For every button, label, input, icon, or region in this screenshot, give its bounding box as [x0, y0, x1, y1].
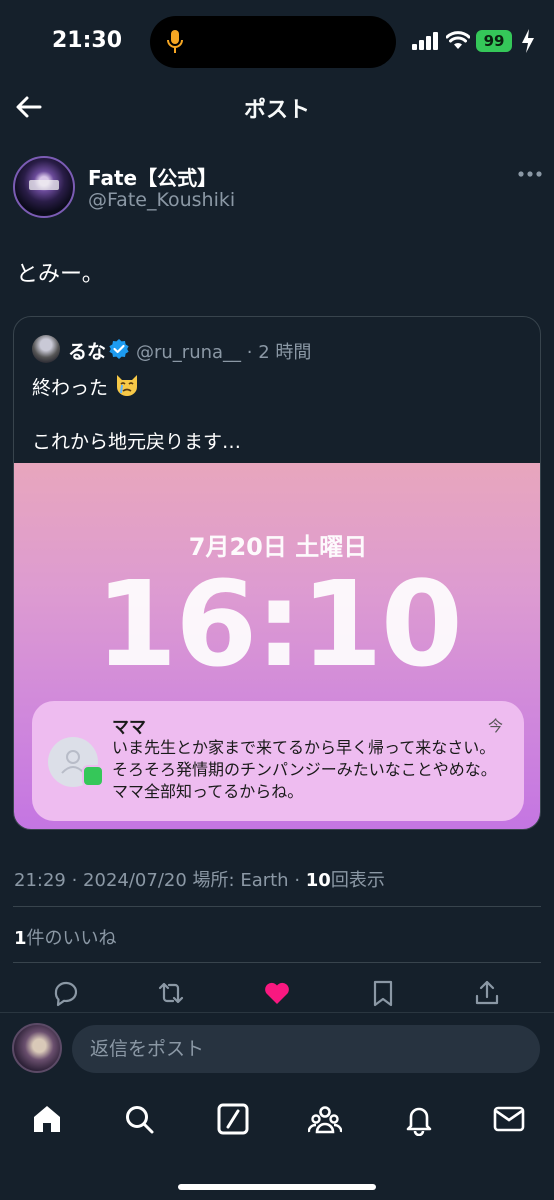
wifi-icon: [446, 31, 470, 49]
quote-text-line2: これから地元戻ります…: [32, 431, 242, 453]
post-text: とみー。: [16, 262, 104, 287]
quote-author-name[interactable]: るな: [68, 337, 106, 364]
author-name[interactable]: Fate【公式】: [88, 162, 217, 191]
charging-bolt-icon: [522, 29, 534, 53]
like-icon[interactable]: [262, 978, 292, 1008]
crying-cat-emoji-icon: [117, 375, 137, 396]
likes-label: 件のいいね: [26, 928, 117, 949]
post-date: 2024/07/20: [83, 870, 187, 891]
line-notification: ママ 今 いま先生とか家まで来てるから早く帰って来なさい。 そろそろ発情期のチン…: [32, 701, 524, 821]
post-time: 21:29: [14, 870, 66, 891]
search-icon[interactable]: [122, 1102, 156, 1136]
divider: [13, 906, 541, 907]
notifications-icon[interactable]: [402, 1102, 436, 1136]
microphone-icon: [167, 30, 183, 53]
battery-icon: 99: [476, 30, 512, 52]
more-horizontal-icon[interactable]: [518, 170, 542, 178]
notification-sender: ママ: [112, 718, 146, 738]
quote-handle[interactable]: @ru_runa__: [136, 342, 241, 363]
author-handle[interactable]: @Fate_Koushiki: [88, 189, 235, 211]
page-title: ポスト: [243, 98, 310, 123]
grok-icon[interactable]: [216, 1102, 250, 1136]
divider: [13, 962, 541, 963]
notification-body: いま先生とか家まで来てるから早く帰って来なさい。 そろそろ発情期のチンパンジーみ…: [112, 738, 497, 801]
lockscreen-image[interactable]: 7月20日 土曜日 16:10 ママ 今 いま先生とか家まで来てるから早く帰って…: [14, 463, 540, 829]
post-meta: 21:29 · 2024/07/20 場所: Earth · 10回表示: [14, 870, 385, 891]
reply-icon[interactable]: [50, 978, 80, 1008]
signal-icon: [412, 32, 438, 50]
likes-summary[interactable]: 1件のいいね: [14, 924, 117, 950]
quote-age: · 2 時間: [246, 342, 312, 363]
lockscreen-time: 16:10: [95, 555, 463, 693]
quoted-post[interactable]: るな @ru_runa__ · 2 時間 終わった これから地元戻ります… 7月…: [13, 316, 541, 830]
reply-input[interactable]: [72, 1025, 540, 1073]
verified-badge-icon: [109, 339, 129, 359]
reply-bar: [0, 1012, 554, 1088]
quote-text-line1: 終わった: [32, 377, 109, 399]
communities-icon[interactable]: [308, 1102, 342, 1136]
line-app-icon: [82, 765, 104, 787]
status-time: 21:30: [52, 28, 123, 53]
user-avatar[interactable]: [12, 1023, 62, 1073]
quote-meta: @ru_runa__ · 2 時間: [136, 338, 311, 364]
views-label: 回表示: [330, 870, 385, 891]
likes-count: 1: [14, 928, 27, 949]
dynamic-island: [150, 16, 396, 68]
messages-icon[interactable]: [492, 1102, 526, 1136]
home-indicator: [178, 1184, 376, 1190]
notification-time: 今: [488, 717, 504, 735]
post-location: 場所: Earth: [192, 870, 289, 891]
share-icon[interactable]: [472, 978, 502, 1008]
home-icon[interactable]: [30, 1102, 64, 1136]
views-count: 10: [305, 870, 331, 891]
retweet-icon[interactable]: [156, 978, 186, 1008]
quote-avatar[interactable]: [32, 335, 60, 363]
bookmark-icon[interactable]: [368, 978, 398, 1008]
author-avatar[interactable]: [13, 156, 75, 218]
